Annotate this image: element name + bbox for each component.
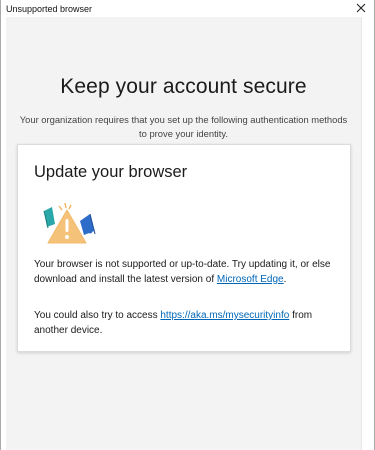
page-content: Keep your account secure Your organizati… bbox=[6, 17, 361, 450]
scrollbar[interactable] bbox=[361, 17, 374, 450]
title-bar: Unsupported browser bbox=[1, 0, 374, 17]
page-title: Keep your account secure bbox=[60, 75, 307, 98]
alternate-text: You could also try to access bbox=[34, 310, 158, 321]
close-icon[interactable] bbox=[354, 1, 368, 15]
unsupported-message: Your browser is not supported or up-to-d… bbox=[34, 258, 339, 287]
dialog-window: Unsupported browser Keep your account se… bbox=[0, 0, 375, 450]
warning-browser-icon bbox=[42, 201, 100, 249]
card-title: Update your browser bbox=[34, 163, 188, 181]
unsupported-text-end: . bbox=[283, 273, 287, 285]
window-title: Unsupported browser bbox=[6, 3, 93, 14]
alternate-message: You could also try to access https://aka… bbox=[34, 309, 339, 338]
microsoft-edge-link[interactable]: Microsoft Edge bbox=[217, 274, 284, 285]
page-subtitle: Your organization requires that you set … bbox=[19, 114, 348, 139]
browser-card: Update your browser Your browser is not … bbox=[17, 144, 351, 352]
mysecurityinfo-link[interactable]: https://aka.ms/mysecurityinfo bbox=[160, 310, 289, 321]
